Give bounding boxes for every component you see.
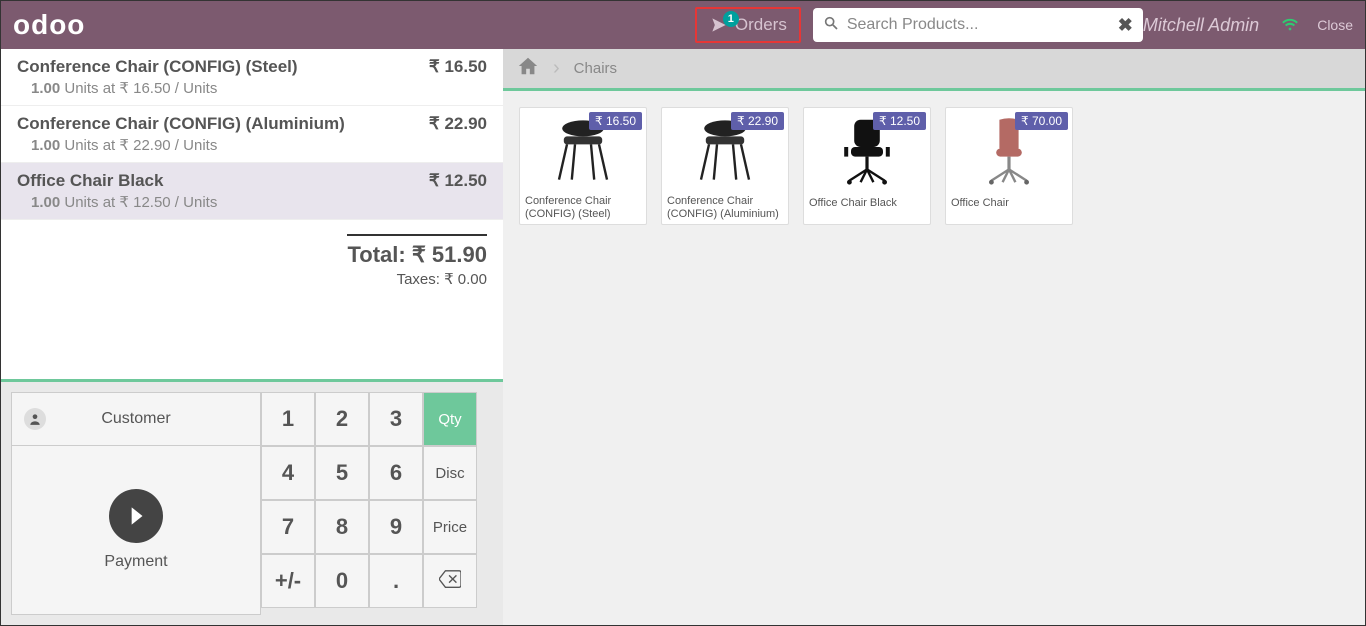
close-button[interactable]: Close xyxy=(1317,17,1353,33)
orderline-product: Office Chair Black xyxy=(17,171,163,191)
order-container: Conference Chair (CONFIG) (Steel) ₹ 16.5… xyxy=(1,49,503,379)
numpad-4[interactable]: 4 xyxy=(261,446,315,500)
customer-label: Customer xyxy=(101,410,170,428)
orders-label: Orders xyxy=(735,15,787,35)
numpad-backspace[interactable] xyxy=(423,554,477,608)
product-card[interactable]: ₹ 22.90 Conference Chair (CONFIG) (Alumi… xyxy=(661,107,789,225)
order-summary: Total: ₹ 51.90 Taxes: ₹ 0.00 xyxy=(347,234,487,288)
ticket-icon: 1 xyxy=(709,15,729,35)
breadcrumb-chairs[interactable]: Chairs xyxy=(574,60,617,77)
order-taxes: Taxes: ₹ 0.00 xyxy=(347,270,487,288)
numpad-plusminus[interactable]: +/- xyxy=(261,554,315,608)
order-total: Total: ₹ 51.90 xyxy=(347,242,487,268)
payment-label: Payment xyxy=(104,553,167,571)
orderline-info: 1.00 Units at ₹ 16.50 / Units xyxy=(17,79,487,97)
product-list: ₹ 16.50 Conference Chair (CONFIG) (Steel… xyxy=(503,91,1365,241)
product-name: Conference Chair (CONFIG) (Aluminium) xyxy=(662,192,788,224)
breadcrumbs: › Chairs xyxy=(503,49,1365,91)
actionpad: Customer Payment xyxy=(11,392,261,615)
product-price-tag: ₹ 22.90 xyxy=(731,112,784,130)
odoo-logo: odoo xyxy=(13,9,85,41)
product-name: Office Chair Black xyxy=(804,194,930,224)
orderline-info: 1.00 Units at ₹ 22.90 / Units xyxy=(17,136,487,154)
customer-button[interactable]: Customer xyxy=(11,392,261,446)
numpad-5[interactable]: 5 xyxy=(315,446,369,500)
top-header: odoo 1 Orders ✖ Mitchell Admin Close xyxy=(1,1,1365,49)
orderline-product: Conference Chair (CONFIG) (Steel) xyxy=(17,57,298,77)
numpad-price[interactable]: Price xyxy=(423,500,477,554)
control-area: Customer Payment 1 2 3 Qty 4 5 6 Disc 7 xyxy=(1,379,503,625)
main-window: Conference Chair (CONFIG) (Steel) ₹ 16.5… xyxy=(1,49,1365,625)
orderline-price: ₹ 22.90 xyxy=(429,114,487,134)
orderline-price: ₹ 12.50 xyxy=(429,171,487,191)
left-pane: Conference Chair (CONFIG) (Steel) ₹ 16.5… xyxy=(1,49,503,625)
numpad-1[interactable]: 1 xyxy=(261,392,315,446)
wifi-icon xyxy=(1279,12,1301,39)
numpad-8[interactable]: 8 xyxy=(315,500,369,554)
product-price-tag: ₹ 12.50 xyxy=(873,112,926,130)
orderline-info: 1.00 Units at ₹ 12.50 / Units xyxy=(17,193,487,211)
numpad-0[interactable]: 0 xyxy=(315,554,369,608)
right-pane: › Chairs ₹ 16.50 Conference Chair (CONFI… xyxy=(503,49,1365,625)
payment-button[interactable]: Payment xyxy=(11,446,261,615)
orderline-price: ₹ 16.50 xyxy=(429,57,487,77)
home-icon[interactable] xyxy=(517,55,539,83)
search-icon xyxy=(823,15,839,36)
searchbox[interactable]: ✖ xyxy=(813,8,1143,42)
numpad-2[interactable]: 2 xyxy=(315,392,369,446)
numpad-9[interactable]: 9 xyxy=(369,500,423,554)
numpad: 1 2 3 Qty 4 5 6 Disc 7 8 9 Price +/- 0 . xyxy=(261,392,477,615)
numpad-3[interactable]: 3 xyxy=(369,392,423,446)
person-icon xyxy=(24,408,46,430)
product-name: Conference Chair (CONFIG) (Steel) xyxy=(520,192,646,224)
product-price-tag: ₹ 16.50 xyxy=(589,112,642,130)
orders-button[interactable]: 1 Orders xyxy=(695,7,801,43)
chevron-right-icon xyxy=(109,489,163,543)
orders-badge: 1 xyxy=(723,11,739,27)
username-display[interactable]: Mitchell Admin xyxy=(1143,15,1259,36)
orderline[interactable]: Conference Chair (CONFIG) (Steel) ₹ 16.5… xyxy=(1,49,503,106)
search-input[interactable] xyxy=(847,16,1118,34)
search-clear-icon[interactable]: ✖ xyxy=(1118,15,1133,36)
product-name: Office Chair xyxy=(946,194,1072,224)
chevron-right-icon: › xyxy=(553,57,560,80)
product-card[interactable]: ₹ 70.00 Office Chair xyxy=(945,107,1073,225)
numpad-dot[interactable]: . xyxy=(369,554,423,608)
product-price-tag: ₹ 70.00 xyxy=(1015,112,1068,130)
product-card[interactable]: ₹ 12.50 Office Chair Black xyxy=(803,107,931,225)
orderline-product: Conference Chair (CONFIG) (Aluminium) xyxy=(17,114,345,134)
orderline[interactable]: Office Chair Black ₹ 12.50 1.00 Units at… xyxy=(1,163,503,220)
numpad-disc[interactable]: Disc xyxy=(423,446,477,500)
numpad-7[interactable]: 7 xyxy=(261,500,315,554)
numpad-qty[interactable]: Qty xyxy=(423,392,477,446)
orderline[interactable]: Conference Chair (CONFIG) (Aluminium) ₹ … xyxy=(1,106,503,163)
product-card[interactable]: ₹ 16.50 Conference Chair (CONFIG) (Steel… xyxy=(519,107,647,225)
numpad-6[interactable]: 6 xyxy=(369,446,423,500)
